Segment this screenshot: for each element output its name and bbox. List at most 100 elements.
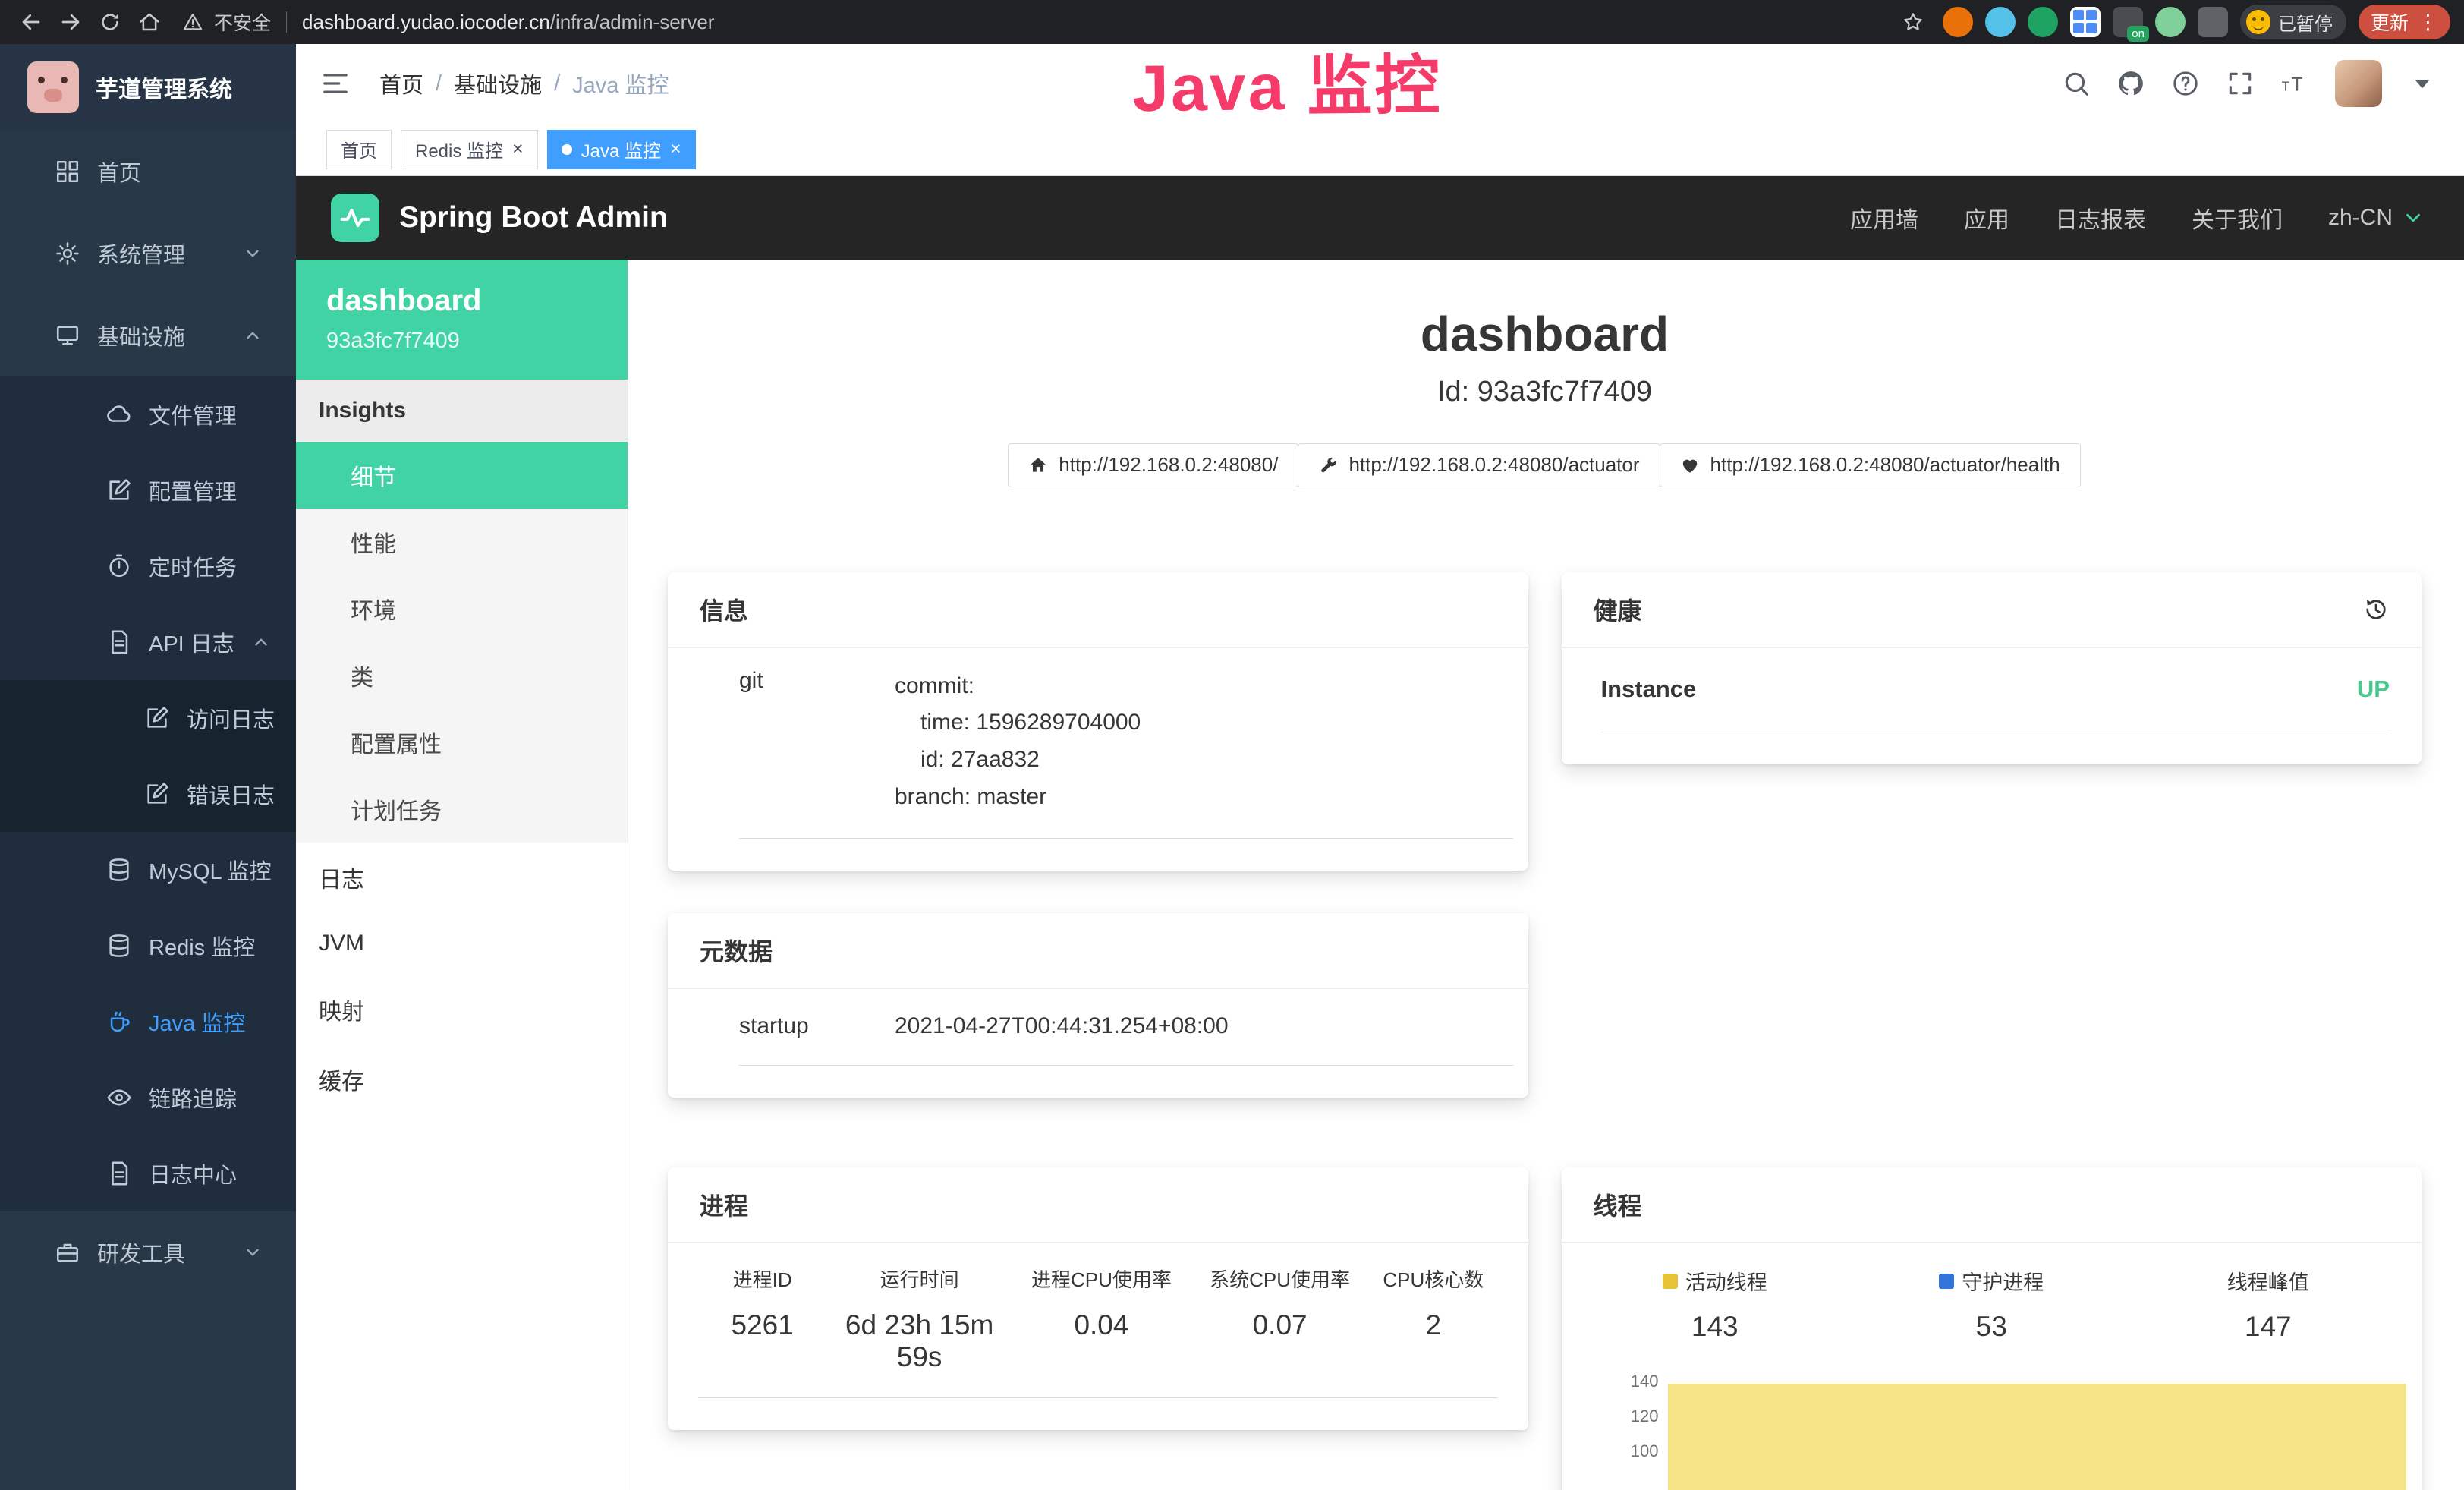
card-header: 进程 [668, 1167, 1528, 1243]
health-url-button[interactable]: http://192.168.0.2:48080/actuator/health [1660, 443, 2081, 487]
sidebar-item-classes[interactable]: 类 [296, 642, 628, 709]
menu-item-log-center[interactable]: 日志中心 [0, 1136, 296, 1211]
security-label[interactable]: 不安全 [214, 8, 271, 36]
sba-nav-wallboard[interactable]: 应用墙 [1850, 201, 1918, 235]
card-body: git commit: time: 1596289704000 id: 27aa… [668, 668, 1528, 871]
update-button[interactable]: 更新 ⋮ [2359, 5, 2450, 39]
sba-main-content: dashboard Id: 93a3fc7f7409 http://192.16… [628, 260, 2464, 1490]
menu-item-file-management[interactable]: 文件管理 [0, 376, 296, 452]
forward-arrow-icon [59, 11, 82, 33]
insights-items: 细节 性能 环境 类 配置属性 计划任务 [296, 442, 628, 843]
menu-item-error-logs[interactable]: 错误日志 [0, 756, 296, 832]
service-url-button[interactable]: http://192.168.0.2:48080/ [1008, 443, 1298, 487]
extensions-puzzle-icon[interactable] [2198, 7, 2228, 37]
health-url: http://192.168.0.2:48080/actuator/health [1710, 453, 2060, 477]
menu-item-link-tracing[interactable]: 链路追踪 [0, 1060, 296, 1136]
sidebar-group-insights[interactable]: Insights [296, 380, 628, 442]
legend-label: 活动线程 [1685, 1266, 1767, 1296]
card-body: 活动线程 143 守护进程 53 [1562, 1266, 2422, 1490]
app-logo[interactable]: 芋道管理系统 [0, 44, 296, 131]
menu-item-api-logs[interactable]: API 日志 [0, 604, 296, 680]
menu-item-java-monitor[interactable]: Java 监控 [0, 984, 296, 1060]
active-threads-area [1668, 1384, 2407, 1490]
legend-label: 线程峰值 [2227, 1266, 2309, 1296]
chevron-down-icon [243, 244, 263, 263]
menu-item-mysql-monitor[interactable]: MySQL 监控 [0, 832, 296, 908]
sidebar-group-logging[interactable]: 日志 [296, 843, 628, 912]
sba-nav-applications[interactable]: 应用 [1964, 201, 2009, 235]
sidebar-item-environment[interactable]: 环境 [296, 575, 628, 642]
search-icon[interactable] [2062, 69, 2091, 98]
sidebar-toggle-button[interactable] [317, 65, 354, 102]
caret-down-icon[interactable] [2408, 69, 2437, 98]
menu-item-scheduled-tasks[interactable]: 定时任务 [0, 528, 296, 604]
extension-grid-icon[interactable] [2070, 7, 2101, 37]
github-icon[interactable] [2116, 69, 2145, 98]
process-column-process-cpu: 进程CPU使用率 0.04 [1012, 1265, 1191, 1373]
back-button[interactable] [14, 5, 49, 39]
breadcrumb-home[interactable]: 首页 [379, 68, 423, 99]
actuator-url-button[interactable]: http://192.168.0.2:48080/actuator [1298, 443, 1660, 487]
menu-item-system-management[interactable]: 系统管理 [0, 213, 296, 295]
history-icon[interactable] [2362, 596, 2390, 623]
user-avatar[interactable] [2335, 60, 2382, 107]
tab-java-monitor[interactable]: Java 监控 × [547, 130, 696, 169]
menu-item-redis-monitor[interactable]: Redis 监控 [0, 908, 296, 984]
card-row: 信息 git commit: time: 1596289704000 [668, 572, 2422, 871]
menu-item-home[interactable]: 首页 [0, 131, 296, 213]
extension-icon[interactable] [2028, 7, 2058, 37]
java-cup-icon [106, 1009, 132, 1035]
sidebar-group-jvm[interactable]: JVM [296, 912, 628, 975]
extension-icon-with-on-badge[interactable]: on [2113, 7, 2143, 37]
sba-brand-title[interactable]: Spring Boot Admin [399, 201, 668, 235]
browser-menu-icon[interactable]: ⋮ [2418, 11, 2438, 34]
sidebar-item-metrics[interactable]: 性能 [296, 509, 628, 575]
home-button[interactable] [132, 5, 167, 39]
browser-actions: on 已暂停 更新 ⋮ [1896, 5, 2450, 39]
breadcrumb-infrastructure[interactable]: 基础设施 [454, 68, 542, 99]
bookmark-star-button[interactable] [1896, 5, 1931, 39]
spring-boot-admin-logo[interactable] [331, 194, 379, 242]
legend-label: 守护进程 [1962, 1266, 2044, 1296]
instance-header[interactable]: dashboard 93a3fc7f7409 [296, 260, 628, 380]
screen: 不安全 dashboard.yudao.iocoder.cn/infra/adm… [0, 0, 2464, 1490]
sidebar-item-config-properties[interactable]: 配置属性 [296, 709, 628, 776]
menu-item-infrastructure[interactable]: 基础设施 [0, 295, 296, 376]
tab-redis-monitor[interactable]: Redis 监控 × [401, 130, 538, 169]
process-header: 系统CPU使用率 [1191, 1265, 1369, 1293]
tab-home[interactable]: 首页 [326, 130, 392, 169]
extension-icon[interactable] [1943, 7, 1973, 37]
card-row: 进程 进程ID 5261 [668, 1167, 2422, 1490]
sba-nav-about[interactable]: 关于我们 [2192, 201, 2283, 235]
sidebar-item-details[interactable]: 细节 [296, 442, 628, 509]
close-icon[interactable]: × [512, 140, 524, 159]
sidebar-group-caches[interactable]: 缓存 [296, 1044, 628, 1114]
threads-chart: 140 120 100 [1615, 1373, 2410, 1490]
forward-button[interactable] [53, 5, 88, 39]
spring-boot-admin-page: Spring Boot Admin 应用墙 应用 日志报表 关于我们 zh-CN [296, 176, 2464, 1490]
address-bar[interactable]: 不安全 dashboard.yudao.iocoder.cn/infra/adm… [182, 8, 714, 36]
metadata-value: 2021-04-27T00:44:31.254+08:00 [895, 1013, 1229, 1039]
fullscreen-icon[interactable] [2226, 69, 2255, 98]
extension-icon[interactable] [1985, 7, 2016, 37]
help-icon[interactable] [2171, 69, 2200, 98]
legend-peak-threads: 线程峰值 147 [2130, 1266, 2407, 1343]
menu-item-dev-tools[interactable]: 研发工具 [0, 1211, 296, 1293]
font-size-icon[interactable] [2280, 69, 2309, 98]
url-text[interactable]: dashboard.yudao.iocoder.cn/infra/admin-s… [302, 11, 714, 34]
dashboard-icon [55, 159, 80, 184]
card-header: 元数据 [668, 913, 1528, 989]
menu-item-config-management[interactable]: 配置管理 [0, 452, 296, 528]
language-selector[interactable]: zh-CN [2328, 205, 2425, 231]
sba-nav-journal[interactable]: 日志报表 [2055, 201, 2146, 235]
sidebar-item-scheduled-tasks[interactable]: 计划任务 [296, 776, 628, 843]
info-line: time: 1596289704000 [895, 704, 1141, 742]
menu-item-access-logs[interactable]: 访问日志 [0, 680, 296, 756]
sidebar-group-mappings[interactable]: 映射 [296, 975, 628, 1044]
legend-daemon-threads: 守护进程 53 [1853, 1266, 2130, 1343]
close-icon[interactable]: × [670, 140, 681, 159]
threads-card: 线程 活动线程 143 [1562, 1167, 2422, 1490]
profile-paused-badge[interactable]: 已暂停 [2240, 5, 2346, 39]
extension-icon[interactable] [2155, 7, 2186, 37]
reload-button[interactable] [93, 5, 127, 39]
